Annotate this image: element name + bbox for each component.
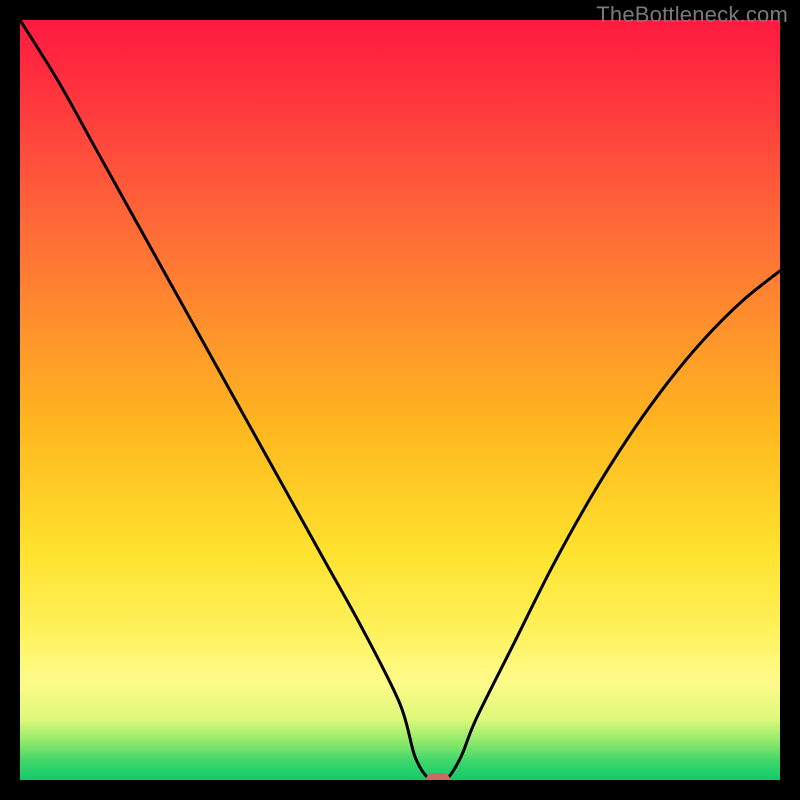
watermark-text: TheBottleneck.com [596, 2, 788, 28]
chart-frame: TheBottleneck.com [0, 0, 800, 800]
plot-area [20, 20, 780, 780]
optimum-marker [426, 773, 450, 780]
bottleneck-curve [20, 20, 780, 780]
